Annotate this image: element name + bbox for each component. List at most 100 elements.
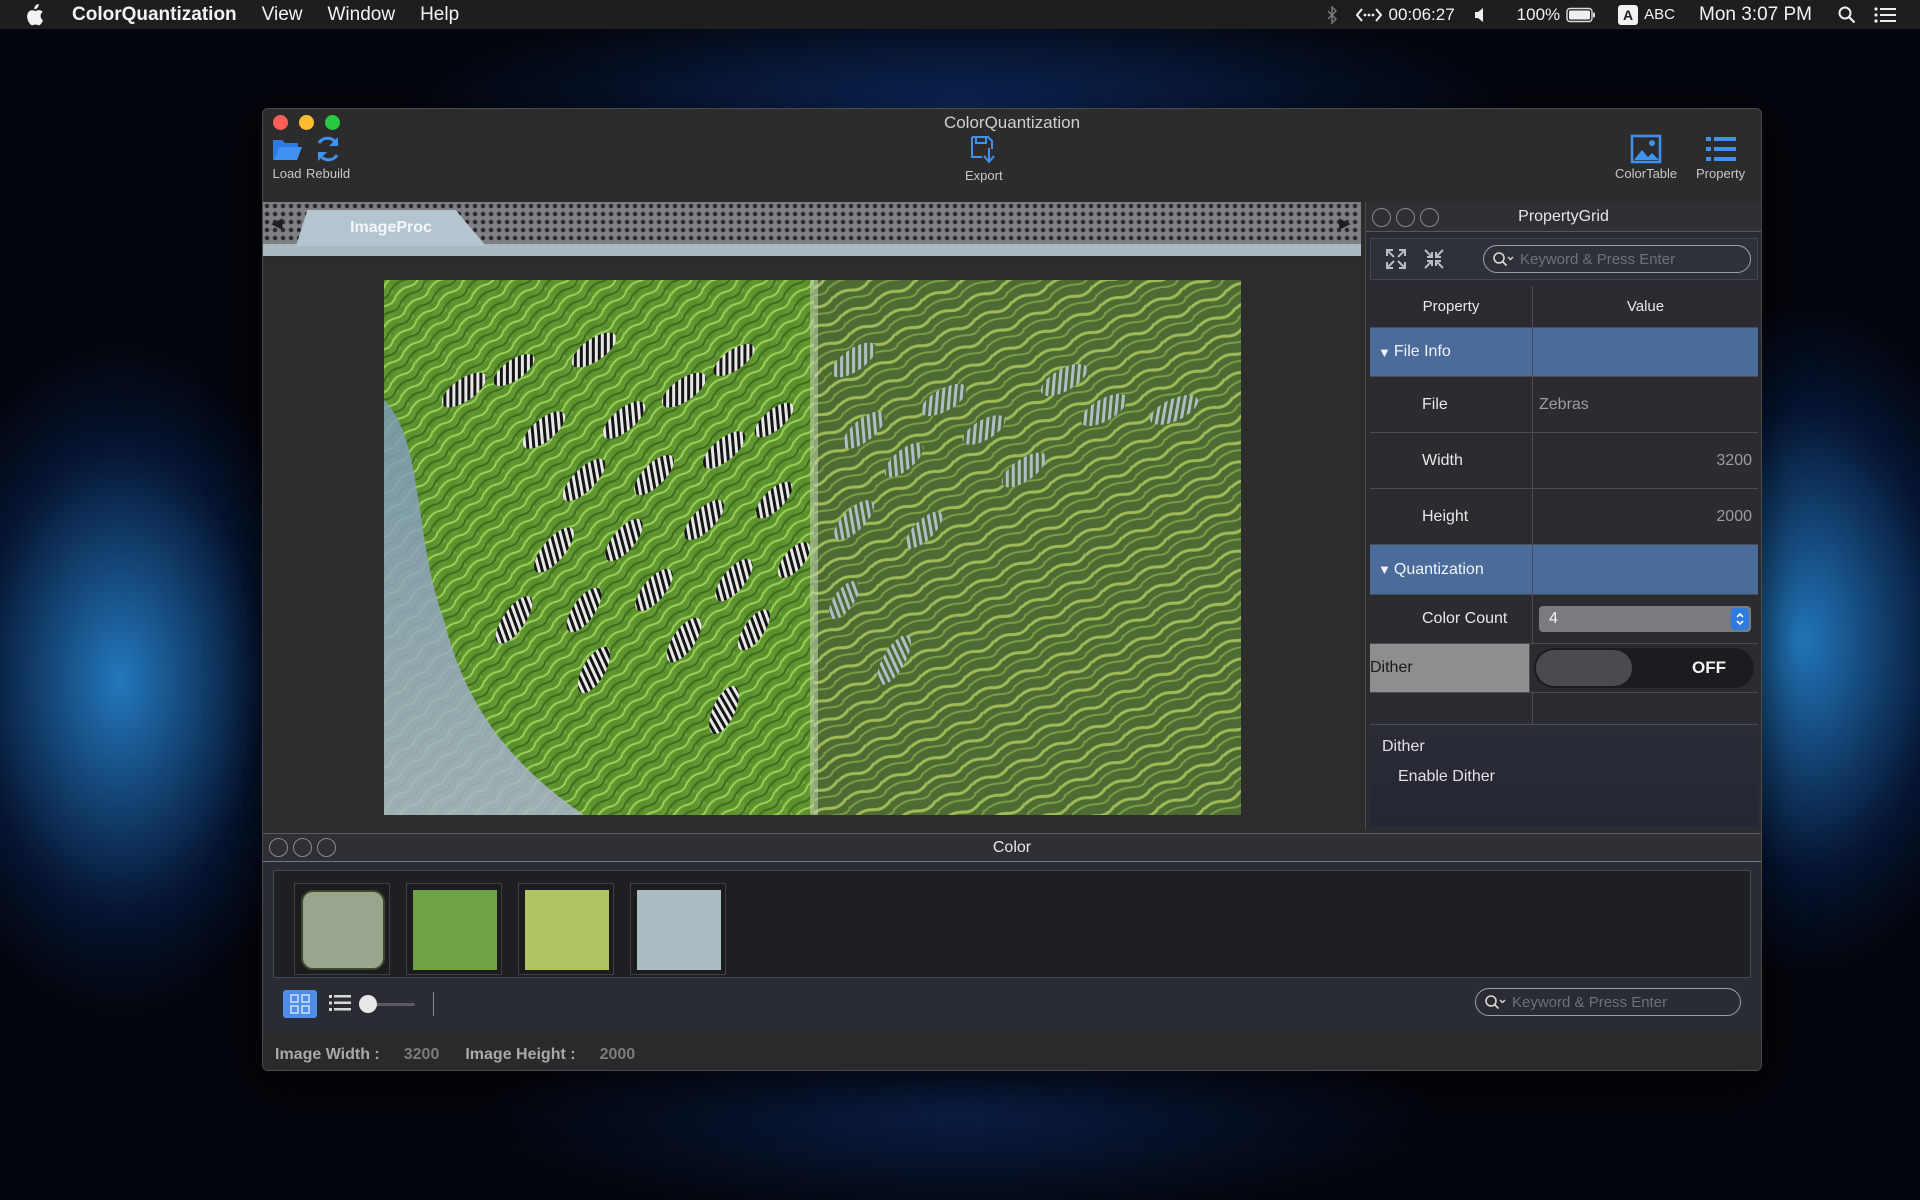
property-table: Property Value ▼ File Info File Zebras W… [1370,286,1758,725]
status-height-label: Image Height : [465,1045,576,1063]
property-row-color-count[interactable]: Color Count 4 [1370,595,1758,644]
property-search-placeholder: Keyword & Press Enter [1520,250,1676,268]
property-row-height[interactable]: Height 2000 [1370,489,1758,545]
description-body: Enable Dither [1398,768,1495,785]
menu-window[interactable]: Window [328,4,396,26]
status-height-value: 2000 [599,1045,636,1063]
menubar-clock[interactable]: Mon 3:07 PM [1699,4,1812,26]
menu-app-name[interactable]: ColorQuantization [72,4,237,26]
color-swatch-item[interactable] [406,883,502,975]
header-property[interactable]: Property [1370,286,1533,327]
color-swatch [301,890,385,970]
category-file-info-label: File Info [1393,343,1451,360]
collapse-all-icon[interactable] [1423,248,1445,275]
export-button[interactable]: Export [965,134,1003,183]
spotlight-search-icon[interactable] [1838,6,1856,24]
load-label: Load [272,166,302,181]
dither-toggle[interactable]: OFF [1534,648,1754,688]
search-icon [1485,995,1506,1010]
export-disk-icon [970,136,995,164]
list-view-icon [329,995,351,1011]
property-grid-titlebar: PropertyGrid [1366,202,1761,232]
header-value[interactable]: Value [1533,286,1758,327]
property-button[interactable]: Property [1696,134,1745,181]
dither-toggle-knob[interactable] [1536,650,1632,686]
svg-text:A: A [1623,7,1633,23]
property-row-width[interactable]: Width 3200 [1370,433,1758,489]
menu-view[interactable]: View [262,4,303,26]
recording-timer: 00:06:27 [1388,4,1455,24]
height-label: Height [1370,489,1533,544]
tab-scroll-left-icon[interactable]: ◀ [271,214,287,234]
category-file-info[interactable]: ▼ File Info [1370,328,1758,377]
rebuild-button[interactable]: Rebuild [306,134,350,181]
color-swatch-item[interactable] [294,883,390,975]
color-search-input[interactable]: Keyword & Press Enter [1475,988,1741,1016]
list-view-button[interactable] [329,994,351,1017]
list-icon [1705,137,1736,161]
expand-all-icon[interactable] [1385,248,1407,275]
disclosure-triangle-icon[interactable]: ▼ [1378,562,1391,577]
color-search-placeholder: Keyword & Press Enter [1512,993,1668,1011]
swatch-size-slider[interactable] [359,995,415,1013]
color-count-label: Color Count [1370,595,1533,643]
status-bar: Image Width : 3200 Image Height : 2000 [263,1037,1761,1070]
document-tab-strip: ◀ ImageProc ▶ [263,202,1361,256]
load-button[interactable]: Load [271,134,303,181]
height-value: 2000 [1716,507,1752,525]
property-grid-title: PropertyGrid [1518,208,1609,225]
battery-icon[interactable] [1566,7,1596,23]
category-quantization[interactable]: ▼ Quantization [1370,545,1758,595]
description-title: Dither [1382,738,1425,755]
menu-bar: ColorQuantization View Window Help 00:06… [0,0,1920,29]
dither-label: Dither [1370,644,1530,692]
input-source-icon[interactable]: A [1618,4,1639,25]
width-value: 3200 [1716,451,1752,469]
file-value: Zebras [1539,395,1589,413]
color-swatch-grid [273,870,1751,978]
folder-open-icon [273,140,302,160]
window-title: ColorQuantization [943,113,1081,132]
volume-icon[interactable] [1473,7,1489,23]
footer-divider [433,992,434,1016]
color-swatch-item[interactable] [518,883,614,975]
color-swatch [525,890,609,970]
color-panel-title: Color [992,839,1032,856]
menu-help[interactable]: Help [420,4,459,26]
tab-scroll-right-icon[interactable]: ▶ [1339,214,1355,234]
property-row-dither[interactable]: Dither OFF [1370,644,1758,693]
disclosure-triangle-icon[interactable]: ▼ [1378,345,1391,360]
stepper-arrows-icon[interactable] [1731,608,1749,630]
property-row-file[interactable]: File Zebras [1370,377,1758,433]
color-panel-titlebar: Color [263,834,1761,862]
property-search-input[interactable]: Keyword & Press Enter [1483,245,1751,273]
battery-percent: 100% [1516,4,1561,24]
status-width-label: Image Width : [275,1045,380,1063]
grid-view-button[interactable] [283,990,317,1018]
property-table-header: Property Value [1370,286,1758,328]
bluetooth-icon[interactable] [1326,5,1338,24]
export-label: Export [965,168,1003,183]
input-source-label[interactable]: ABC [1644,6,1675,23]
tab-imageproc[interactable]: ImageProc [296,210,486,246]
image-comparison-canvas[interactable] [384,280,1241,815]
colortable-button[interactable]: ColorTable [1615,134,1677,181]
apple-menu-icon[interactable] [24,3,52,26]
screen-recording-icon[interactable] [1356,6,1383,24]
slider-knob[interactable] [359,995,377,1013]
rebuild-label: Rebuild [306,166,351,181]
color-panel: Color Keyword & Press Enter [263,833,1761,1033]
main-window: ColorQuantization Load Rebuild Export Co… [262,108,1762,1071]
colortable-label: ColorTable [1615,166,1678,181]
color-count-stepper[interactable]: 4 [1539,606,1751,632]
property-row-empty [1370,693,1758,725]
file-label: File [1370,377,1533,432]
color-count-value: 4 [1549,610,1558,627]
color-swatch-item[interactable] [630,883,726,975]
width-label: Width [1370,433,1533,488]
property-label: Property [1696,166,1746,181]
dither-toggle-state: OFF [1692,658,1726,677]
notification-center-icon[interactable] [1874,6,1896,23]
property-description-area: Dither Enable Dither [1370,726,1758,826]
window-titlebar: ColorQuantization [263,109,1761,134]
